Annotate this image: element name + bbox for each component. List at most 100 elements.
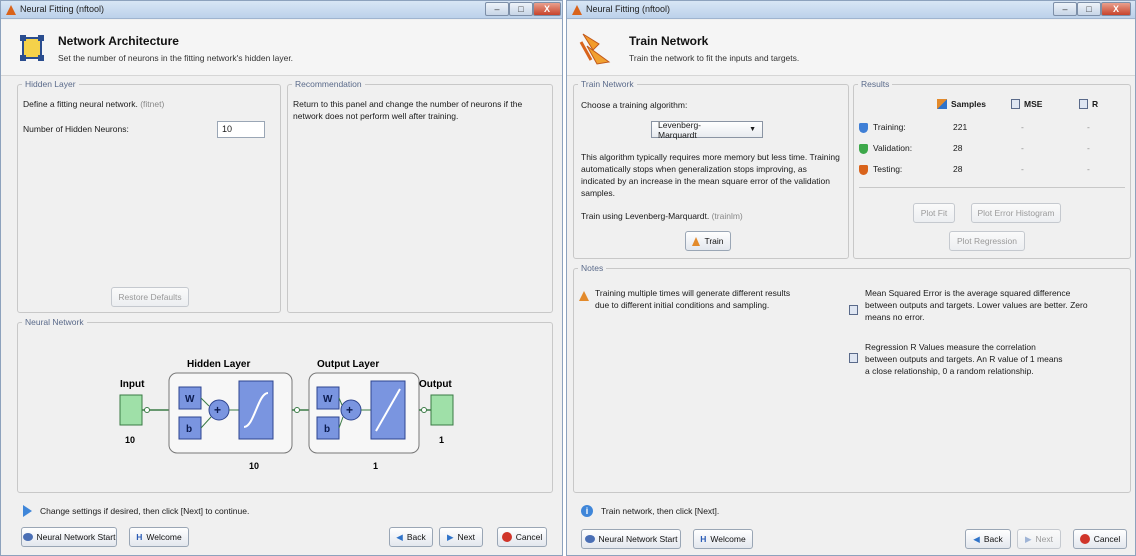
panel-legend: Results — [861, 79, 890, 89]
titlebar[interactable]: Neural Fitting (nftool) – □ X — [1, 1, 562, 19]
regression-icon — [1079, 99, 1088, 109]
regression-note-icon — [849, 353, 858, 363]
validation-shield-icon — [859, 144, 868, 154]
mse-note-icon — [849, 305, 858, 315]
network-start-icon — [584, 535, 595, 543]
cancel-button[interactable]: Cancel — [497, 527, 547, 547]
page-title: Network Architecture — [58, 34, 179, 48]
algorithm-description: This algorithm typically requires more m… — [581, 152, 840, 198]
next-arrow-icon: ▶ — [1024, 533, 1032, 544]
welcome-icon: H — [700, 534, 707, 544]
nftool-window-architecture: Neural Fitting (nftool) – □ X Network Ar… — [0, 0, 563, 556]
window-title: Neural Fitting (nftool) — [586, 4, 671, 14]
next-button[interactable]: ▶ Next — [439, 527, 483, 547]
page-subtitle: Set the number of neurons in the fitting… — [58, 53, 294, 63]
output-block — [430, 394, 454, 426]
train-network-icon — [579, 33, 611, 65]
output-label: Output — [419, 379, 452, 390]
note-training-multiple: Training multiple times will generate di… — [595, 288, 791, 310]
hidden-size: 10 — [249, 461, 259, 471]
note-regression: Regression R Values measure the correlat… — [865, 342, 1063, 376]
welcome-icon: H — [136, 532, 143, 542]
nftool-window-train: Neural Fitting (nftool) – □ X Train Netw… — [566, 0, 1136, 556]
minimize-button[interactable]: – — [485, 2, 509, 16]
mse-header: MSE — [1011, 99, 1042, 109]
panel-legend: Notes — [581, 263, 604, 273]
restore-defaults-button[interactable]: Restore Defaults — [111, 287, 189, 307]
chevron-down-icon: ▼ — [749, 126, 756, 133]
page-subtitle: Train the network to fit the inputs and … — [629, 53, 800, 63]
footer-message: i Train network, then click [Next]. — [581, 505, 719, 517]
neural-network-start-button[interactable]: Neural Network Start — [581, 529, 681, 549]
note-mse: Mean Squared Error is the average square… — [865, 288, 1088, 322]
minimize-button[interactable]: – — [1053, 2, 1077, 16]
neurons-label: Number of Hidden Neurons: — [23, 124, 129, 134]
next-arrow-icon: ▶ — [446, 531, 454, 542]
svg-text:b: b — [186, 424, 192, 435]
train-icon — [692, 236, 701, 246]
close-button[interactable]: X — [1101, 2, 1131, 16]
training-note-icon — [579, 291, 589, 301]
window-title: Neural Fitting (nftool) — [20, 4, 105, 14]
titlebar[interactable]: Neural Fitting (nftool) – □ X — [567, 1, 1135, 19]
maximize-button[interactable]: □ — [1077, 2, 1101, 16]
matlab-icon — [572, 5, 582, 15]
output-count: 1 — [439, 435, 444, 445]
train-button[interactable]: Train — [685, 231, 731, 251]
svg-text:W: W — [323, 394, 333, 405]
back-button[interactable]: ◀ Back — [389, 527, 433, 547]
output-layer-size: 1 — [373, 461, 378, 471]
network-architecture-icon — [20, 35, 44, 61]
panel-legend: Train Network — [581, 79, 634, 89]
page-header: Network Architecture Set the number of n… — [1, 20, 562, 76]
choose-algorithm-label: Choose a training algorithm: — [581, 100, 688, 110]
samples-header: Samples — [937, 99, 986, 109]
panel-legend: Recommendation — [295, 79, 362, 89]
panel-legend: Neural Network — [25, 317, 84, 327]
results-divider — [859, 187, 1125, 188]
matlab-icon — [6, 5, 16, 15]
plot-error-histogram-button[interactable]: Plot Error Histogram — [971, 203, 1061, 223]
panel-legend: Hidden Layer — [25, 79, 76, 89]
define-network-text: Define a fitting neural network. (fitnet… — [23, 99, 165, 109]
hidden-layer-panel: Hidden Layer — [17, 79, 281, 313]
page-header: Train Network Train the network to fit t… — [567, 20, 1135, 76]
svg-text:W: W — [185, 394, 195, 405]
samples-icon — [937, 99, 947, 109]
footer-message: Change settings if desired, then click [… — [23, 505, 249, 517]
training-algorithm-select[interactable]: Levenberg-Marquardt ▼ — [651, 120, 763, 140]
back-button[interactable]: ◀ Back — [965, 529, 1011, 549]
info-icon: i — [581, 505, 593, 517]
welcome-button[interactable]: H Welcome — [129, 527, 189, 547]
svg-text:+: + — [214, 403, 221, 417]
cancel-icon — [1079, 534, 1090, 544]
recommendation-text: Return to this panel and change the numb… — [293, 99, 523, 121]
output-layer-label: Output Layer — [317, 359, 379, 370]
input-label: Input — [120, 379, 145, 390]
page-title: Train Network — [629, 34, 709, 48]
hidden-layer-label: Hidden Layer — [187, 359, 250, 370]
testing-shield-icon — [859, 165, 868, 175]
hidden-neurons-input[interactable]: 10 — [217, 121, 265, 138]
svg-text:+: + — [346, 403, 353, 417]
svg-text:b: b — [324, 424, 330, 435]
mse-icon — [1011, 99, 1020, 109]
back-arrow-icon: ◀ — [396, 531, 403, 542]
close-button[interactable]: X — [533, 2, 561, 16]
r-header: R — [1079, 99, 1098, 109]
network-start-icon — [22, 533, 33, 541]
plot-regression-button[interactable]: Plot Regression — [949, 231, 1025, 251]
training-shield-icon — [859, 123, 868, 133]
input-size: 10 — [125, 435, 135, 445]
train-using-text: Train using Levenberg-Marquardt. (trainl… — [581, 211, 743, 221]
network-diagram: Input 10 Hidden Layer W b + 10 Output La… — [119, 359, 454, 471]
back-arrow-icon: ◀ — [973, 533, 980, 544]
cancel-button[interactable]: Cancel — [1073, 529, 1127, 549]
neural-network-start-button[interactable]: Neural Network Start — [21, 527, 117, 547]
maximize-button[interactable]: □ — [509, 2, 533, 16]
hidden-layer-box — [168, 372, 293, 454]
plot-fit-button[interactable]: Plot Fit — [913, 203, 955, 223]
next-button[interactable]: ▶ Next — [1017, 529, 1061, 549]
welcome-button[interactable]: H Welcome — [693, 529, 753, 549]
arrow-right-icon — [23, 505, 32, 517]
